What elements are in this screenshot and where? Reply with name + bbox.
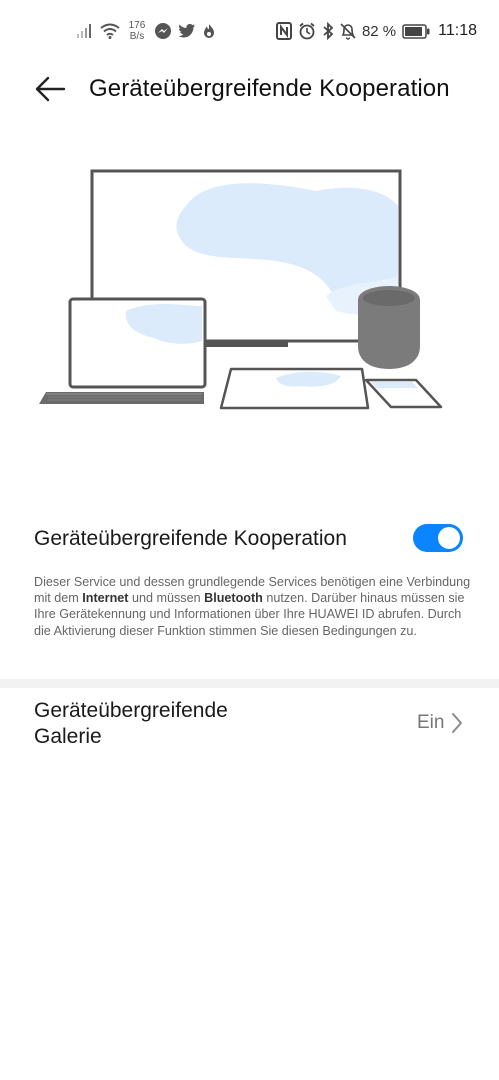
alarm-icon bbox=[299, 22, 315, 40]
gallery-row[interactable]: Geräteübergreifende Galerie Ein bbox=[0, 692, 499, 756]
phone-illustration bbox=[364, 378, 443, 409]
desc-text-2: und müssen bbox=[128, 591, 205, 606]
laptop-illustration bbox=[39, 297, 207, 404]
gallery-label: Geräteübergreifende Galerie bbox=[34, 699, 228, 748]
status-bar: 176 B/s 82 % 11:18 bbox=[0, 0, 499, 60]
bluetooth-icon bbox=[323, 22, 334, 40]
app-header: Geräteübergreifende Kooperation bbox=[0, 62, 499, 118]
signal-icon bbox=[77, 24, 91, 38]
net-speed-unit: B/s bbox=[129, 31, 145, 42]
clock: 11:18 bbox=[438, 22, 477, 39]
net-speed-value: 176 bbox=[128, 20, 146, 31]
chevron-right-icon bbox=[452, 713, 462, 733]
twitter-icon bbox=[178, 23, 195, 38]
cooperation-row[interactable]: Geräteübergreifende Kooperation bbox=[0, 516, 499, 564]
battery-percentage: 82 % bbox=[361, 22, 397, 40]
flame-icon bbox=[204, 24, 214, 38]
speaker-illustration bbox=[358, 286, 420, 369]
arrow-left-icon[interactable] bbox=[34, 73, 66, 105]
tablet-illustration bbox=[219, 367, 370, 410]
page-title: Geräteübergreifende Kooperation bbox=[89, 75, 450, 102]
wifi-icon bbox=[100, 23, 120, 39]
toggle-knob bbox=[438, 527, 460, 549]
gallery-value: Ein bbox=[417, 712, 445, 733]
net-speed: 176 B/s bbox=[126, 20, 148, 42]
desc-bold-internet: Internet bbox=[82, 591, 129, 606]
desc-bold-bluetooth: Bluetooth bbox=[204, 591, 263, 606]
cooperation-description: Dieser Service und dessen grundlegende S… bbox=[34, 574, 474, 639]
battery-icon bbox=[402, 23, 430, 39]
status-left: 176 B/s bbox=[76, 14, 216, 48]
bell-off-icon bbox=[340, 23, 356, 40]
cooperation-label: Geräteübergreifende Kooperation bbox=[34, 527, 347, 550]
messenger-icon bbox=[155, 23, 171, 39]
devices-illustration bbox=[39, 169, 443, 410]
section-divider bbox=[0, 679, 499, 688]
cooperation-toggle[interactable] bbox=[413, 524, 463, 552]
nfc-icon bbox=[275, 22, 292, 40]
status-right: 82 % 11:18 bbox=[275, 14, 477, 48]
